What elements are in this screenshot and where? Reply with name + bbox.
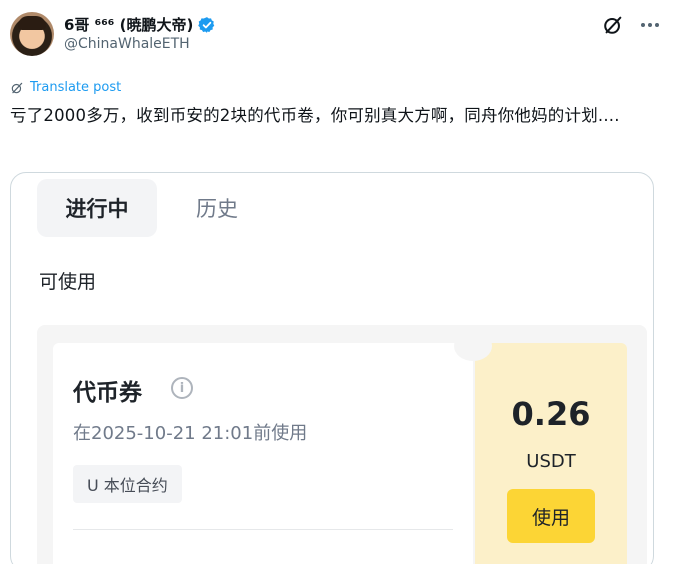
more-icon[interactable]	[636, 14, 664, 36]
grok-icon[interactable]	[602, 14, 624, 36]
coupon-title: 代币券	[73, 380, 142, 406]
divider	[73, 529, 453, 530]
tab-in-progress[interactable]: 进行中	[37, 179, 157, 237]
tab-history[interactable]: 历史	[177, 179, 257, 237]
author-handle[interactable]: @ChinaWhaleETH	[64, 36, 190, 52]
translate-label[interactable]: Translate post	[30, 80, 121, 95]
info-icon[interactable]: i	[171, 377, 193, 399]
author-display-name[interactable]: 6哥 ⁶⁶⁶ (暁鹏大帝)	[64, 14, 193, 35]
coupon-amount: 0.26	[511, 395, 591, 433]
verified-badge-icon	[198, 16, 215, 33]
coupon-unit: USDT	[526, 451, 576, 472]
avatar[interactable]	[10, 12, 54, 56]
section-available-label: 可使用	[39, 271, 97, 293]
translate-icon	[11, 82, 23, 93]
author-name-row: 6哥 ⁶⁶⁶ (暁鹏大帝)	[64, 14, 216, 35]
coupon-type-tag: U 本位合约	[73, 465, 182, 503]
coupon-notch	[454, 331, 492, 361]
post-media-screenshot[interactable]: 进行中 历史 可使用 代币券 i 在2025-10-21 21:01前使用 U …	[10, 172, 654, 564]
translate-post-link[interactable]: Translate post	[10, 80, 121, 95]
coupon-expiry: 在2025-10-21 21:01前使用	[73, 423, 308, 444]
post-text: 亏了2000多万，收到币安的2块的代币卷，你可别真大方啊，同舟你他妈的计划...…	[10, 106, 620, 125]
use-button[interactable]: 使用	[507, 489, 595, 543]
